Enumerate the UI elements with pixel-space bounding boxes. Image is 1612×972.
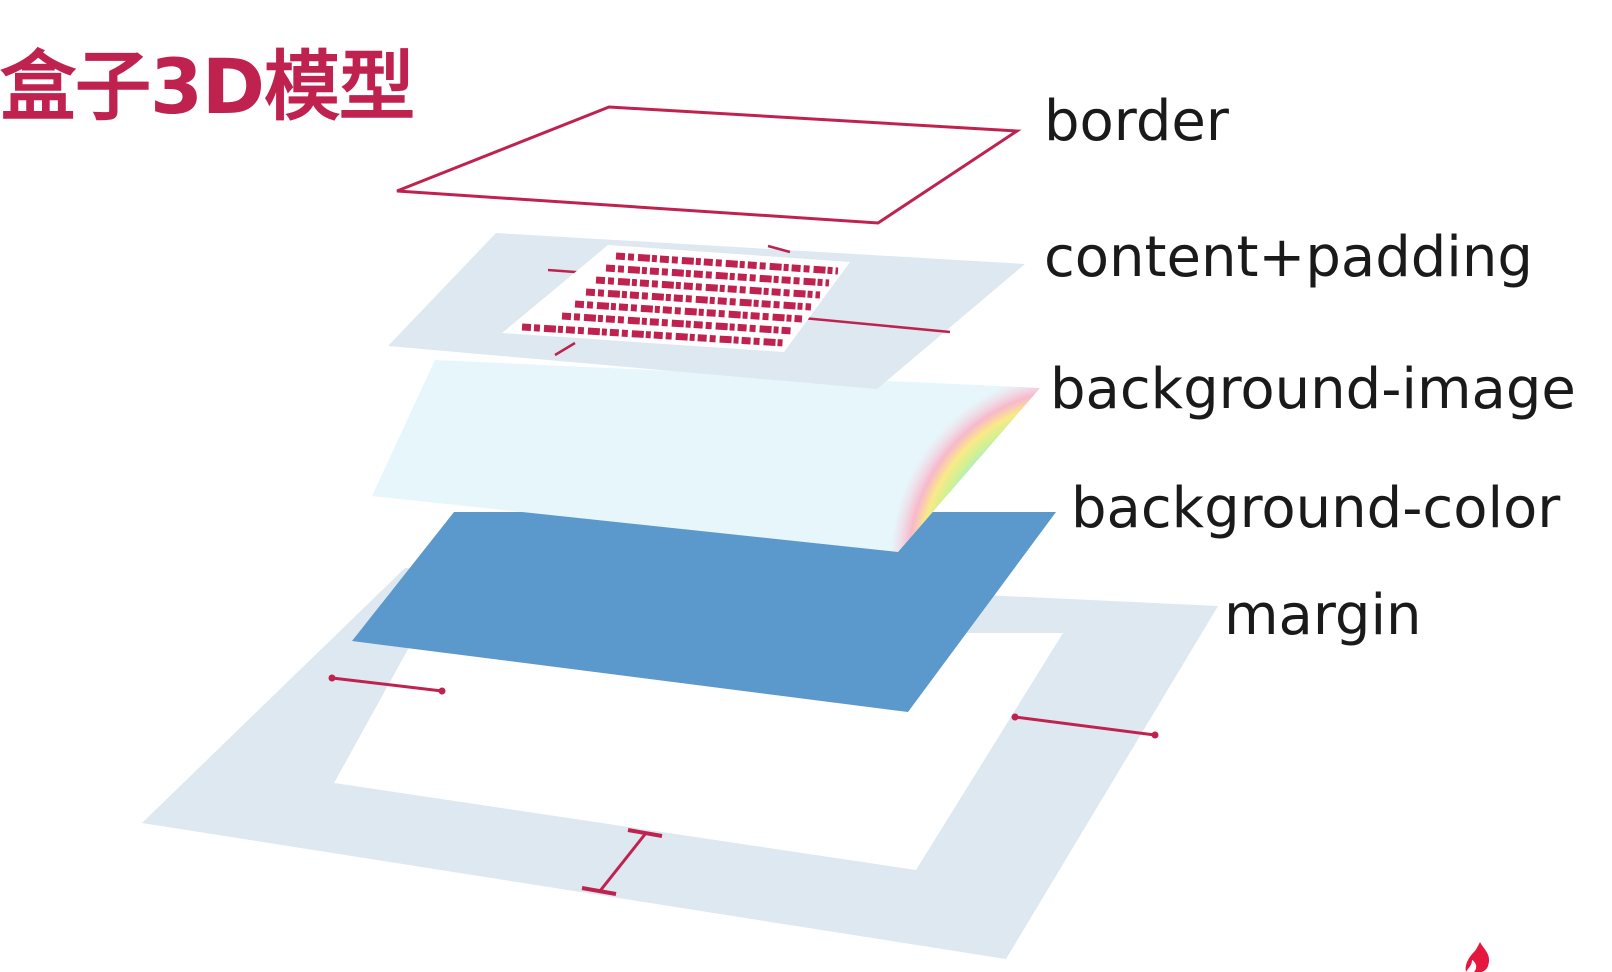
flame-logo-icon [1465, 942, 1489, 972]
label-margin: margin [1224, 583, 1422, 648]
background-color-layer [352, 512, 1056, 712]
label-background-color: background-color [1071, 476, 1561, 541]
border-layer [396, 105, 1022, 225]
watermark-logo [1464, 938, 1604, 972]
label-border: border [1044, 89, 1229, 154]
label-content-padding: content+padding [1044, 225, 1533, 290]
label-background-image: background-image [1050, 357, 1576, 422]
